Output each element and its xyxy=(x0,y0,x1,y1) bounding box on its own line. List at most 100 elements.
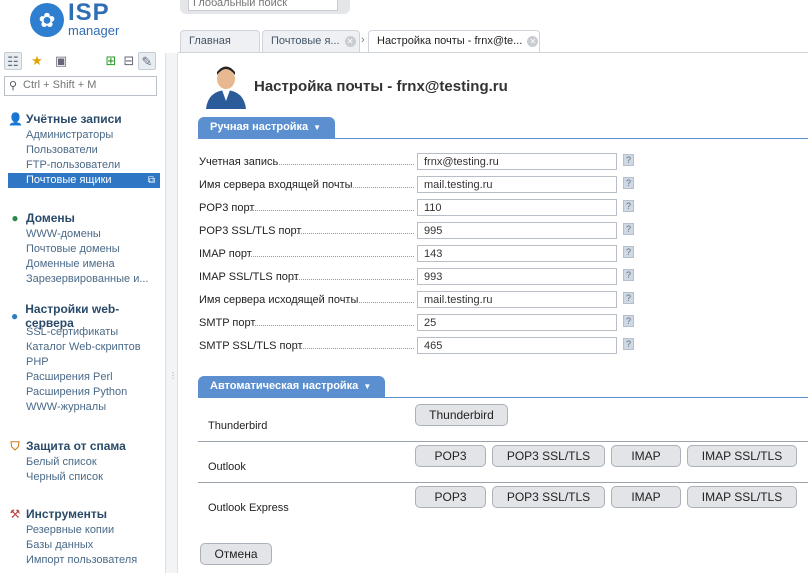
sidebar-item-mailboxes[interactable]: Почтовые ящики ⧉ xyxy=(8,173,160,188)
sidebar-item-web-scripts[interactable]: Каталог Web-скриптов xyxy=(8,340,160,355)
close-icon[interactable]: ✕ xyxy=(527,35,539,47)
sidebar-item-python[interactable]: Расширения Python xyxy=(8,385,160,400)
tab-home[interactable]: Главная xyxy=(180,30,260,52)
sidebar-item-www-logs[interactable]: WWW-журналы xyxy=(8,400,160,415)
isp-manager-logo[interactable]: ✿ ISP manager xyxy=(30,0,130,39)
help-icon[interactable]: ? xyxy=(623,177,634,189)
group-title: Инструменты xyxy=(26,507,108,521)
close-icon[interactable]: ✕ xyxy=(344,35,356,47)
sidebar-search-input[interactable] xyxy=(23,79,151,91)
sidebar-group-header[interactable]: ⚒ Инструменты xyxy=(8,505,160,523)
collapse-all-icon[interactable]: ⊟ xyxy=(120,52,138,70)
sidebar-item-www-domains[interactable]: WWW-домены xyxy=(8,227,160,242)
client-label: Outlook xyxy=(208,461,246,473)
client-config-button[interactable]: Thunderbird xyxy=(415,404,508,426)
pin-icon[interactable]: ✎ xyxy=(138,52,156,70)
sidebar-item-whitelist[interactable]: Белый список xyxy=(8,455,160,470)
tab-label: Настройка почты - frnx@te... xyxy=(377,35,523,47)
sidebar-group-webserver: ● Настройки web-сервера SSL-сертификаты К… xyxy=(8,302,160,415)
global-search-input[interactable] xyxy=(188,0,338,11)
sidebar-group-header[interactable]: ● Домены xyxy=(8,209,160,227)
help-icon[interactable]: ? xyxy=(623,154,634,166)
sidebar-toolbar: ☷ ★ ▣ ⊞ ⊟ ✎ xyxy=(4,51,160,71)
sidebar-item-mail-domains[interactable]: Почтовые домены xyxy=(8,242,160,257)
manual-settings-tab[interactable]: Ручная настройка ▼ xyxy=(198,117,336,138)
client-row: Outlook POP3 POP3 SSL/TLS IMAP IMAP SSL/TLS xyxy=(198,445,808,486)
tab-mail-settings[interactable]: Настройка почты - frnx@te... ✕ xyxy=(368,30,540,53)
field-input[interactable] xyxy=(417,176,617,193)
sidebar: ☷ ★ ▣ ⊞ ⊟ ✎ ⚲ 👤Учётные записи Администра… xyxy=(0,48,163,573)
field-input[interactable] xyxy=(417,291,617,308)
help-icon[interactable]: ? xyxy=(623,269,634,281)
sidebar-group-header[interactable]: ⛉ Защита от спама xyxy=(8,437,160,455)
auto-settings-tab[interactable]: Автоматическая настройка ▼ xyxy=(198,376,386,397)
group-title: Домены xyxy=(26,211,75,225)
section-title: Ручная настройка xyxy=(210,121,309,133)
field-label: POP3 SSL/TLS порт xyxy=(199,225,302,237)
client-config-button[interactable]: POP3 xyxy=(415,445,486,467)
tree-view-icon[interactable]: ☷ xyxy=(4,52,22,70)
client-config-button[interactable]: IMAP SSL/TLS xyxy=(687,486,797,508)
help-icon[interactable]: ? xyxy=(623,338,634,350)
field-label: IMAP SSL/TLS порт xyxy=(199,271,299,283)
sidebar-item-users[interactable]: Пользователи xyxy=(8,143,160,158)
help-icon[interactable]: ? xyxy=(623,200,634,212)
field-input[interactable] xyxy=(417,153,617,170)
field-input[interactable] xyxy=(417,337,617,354)
sidebar-item-import-user[interactable]: Импорт пользователя xyxy=(8,553,160,568)
sidebar-item-databases[interactable]: Базы данных xyxy=(8,538,160,553)
sidebar-item-blacklist[interactable]: Черный список xyxy=(8,470,160,485)
client-config-button[interactable]: IMAP xyxy=(611,486,681,508)
group-title: Учётные записи xyxy=(26,112,122,126)
cancel-button[interactable]: Отмена xyxy=(200,543,272,565)
sidebar-group-header[interactable]: 👤 Учётные записи xyxy=(8,110,160,128)
sidebar-item-administrators[interactable]: Администраторы xyxy=(8,128,160,143)
chevron-down-icon: ▼ xyxy=(313,123,322,132)
globe-icon: ● xyxy=(11,211,19,225)
form-row: POP3 SSL/TLS порт? xyxy=(198,222,638,240)
field-input[interactable] xyxy=(417,268,617,285)
client-config-button[interactable]: POP3 SSL/TLS xyxy=(492,486,605,508)
sidebar-item-ftp-users[interactable]: FTP-пользователи xyxy=(8,158,160,173)
shield-icon: ⛉ xyxy=(10,439,20,453)
briefcase-icon[interactable]: ▣ xyxy=(52,52,70,70)
help-icon[interactable]: ? xyxy=(623,292,634,304)
client-config-button[interactable]: IMAP xyxy=(611,445,681,467)
sidebar-item-backups[interactable]: Резервные копии xyxy=(8,523,160,538)
main-content: Настройка почты - frnx@testing.ru Ручная… xyxy=(178,53,808,573)
field-label: SMTP порт xyxy=(199,317,256,329)
help-icon[interactable]: ? xyxy=(623,315,634,327)
expand-all-icon[interactable]: ⊞ xyxy=(102,52,120,70)
form-row: POP3 порт? xyxy=(198,199,638,217)
global-search-box xyxy=(180,0,350,14)
field-input[interactable] xyxy=(417,245,617,262)
form-row: Имя сервера входящей почты? xyxy=(198,176,638,194)
leader-dots xyxy=(252,325,414,326)
form-row: SMTP порт? xyxy=(198,314,638,332)
leader-dots xyxy=(295,348,414,349)
leader-dots xyxy=(275,164,414,165)
sidebar-item-perl[interactable]: Расширения Perl xyxy=(8,370,160,385)
tab-mailboxes[interactable]: Почтовые я... ✕ xyxy=(262,30,360,52)
sidebar-item-domain-names[interactable]: Доменные имена xyxy=(8,257,160,272)
field-label: Учетная запись xyxy=(199,156,279,168)
chevron-down-icon: ▼ xyxy=(363,382,372,391)
sidebar-group-header[interactable]: ● Настройки web-сервера xyxy=(8,302,160,330)
client-config-button[interactable]: POP3 SSL/TLS xyxy=(492,445,605,467)
logo-subtitle: manager xyxy=(68,23,120,38)
field-label: IMAP порт xyxy=(199,248,252,260)
star-icon[interactable]: ★ xyxy=(28,52,46,70)
client-config-button[interactable]: POP3 xyxy=(415,486,486,508)
field-input[interactable] xyxy=(417,222,617,239)
sidebar-item-php[interactable]: PHP xyxy=(8,355,160,370)
help-icon[interactable]: ? xyxy=(623,246,634,258)
help-icon[interactable]: ? xyxy=(623,223,634,235)
field-input[interactable] xyxy=(417,314,617,331)
open-external-icon[interactable]: ⧉ xyxy=(148,173,155,188)
client-config-button[interactable]: IMAP SSL/TLS xyxy=(687,445,797,467)
sidebar-item-reserved[interactable]: Зарезервированные и... xyxy=(8,272,160,287)
client-row: Outlook Express POP3 POP3 SSL/TLS IMAP IMAP … xyxy=(198,486,808,527)
section-title: Автоматическая настройка xyxy=(210,380,359,392)
sidebar-splitter[interactable]: ⋮ xyxy=(165,53,178,573)
field-input[interactable] xyxy=(417,199,617,216)
